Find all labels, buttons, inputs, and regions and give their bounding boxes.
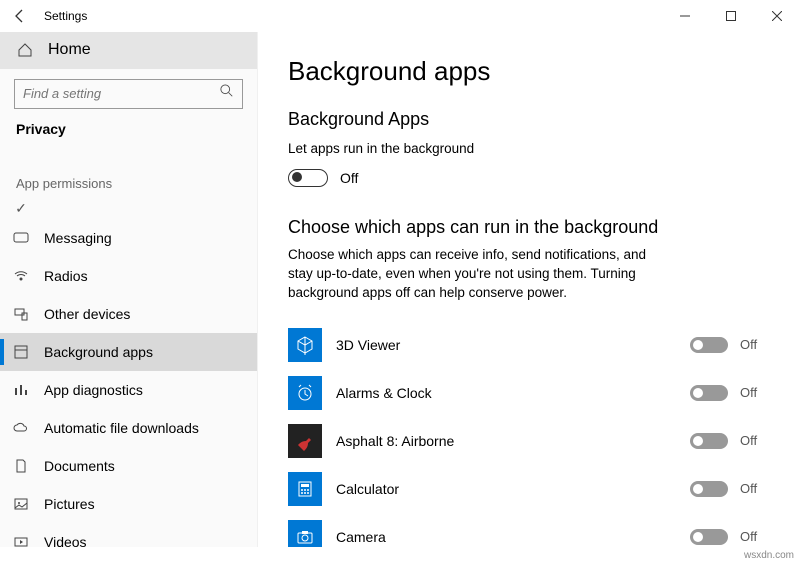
background-apps-icon	[12, 343, 30, 361]
minimize-button[interactable]	[662, 0, 708, 32]
home-label: Home	[48, 41, 91, 59]
home-nav[interactable]: Home	[0, 32, 257, 69]
maximize-button[interactable]	[708, 0, 754, 32]
app-toggle[interactable]	[690, 481, 728, 497]
sidebar-item-label: Pictures	[44, 496, 95, 512]
app-icon-3d-viewer	[288, 328, 322, 362]
app-icon-camera	[288, 520, 322, 547]
sidebar-item-other-devices[interactable]: Other devices	[0, 295, 257, 333]
app-name: Asphalt 8: Airborne	[336, 433, 690, 449]
sidebar: Home Privacy App permissions ✓ x Messagi…	[0, 32, 258, 547]
sidebar-item-label: Documents	[44, 458, 115, 474]
app-name: Camera	[336, 529, 690, 545]
document-icon	[12, 457, 30, 475]
sidebar-item-label: App diagnostics	[44, 382, 143, 398]
app-toggle[interactable]	[690, 529, 728, 545]
diagnostics-icon	[12, 381, 30, 399]
home-icon	[16, 41, 34, 59]
master-toggle-state: Off	[340, 170, 358, 186]
sidebar-item-label: Messaging	[44, 230, 112, 246]
sidebar-item-radios[interactable]: Radios	[0, 257, 257, 295]
app-state: Off	[740, 385, 770, 400]
app-name: Alarms & Clock	[336, 385, 690, 401]
search-input[interactable]	[14, 79, 243, 109]
app-row-asphalt: Asphalt 8: Airborne Off	[288, 417, 770, 465]
sidebar-item-pictures[interactable]: Pictures	[0, 485, 257, 523]
app-row-calculator: Calculator Off	[288, 465, 770, 513]
section-label: App permissions	[0, 162, 257, 199]
sidebar-item-messaging[interactable]: Messaging	[0, 219, 257, 257]
app-name: Calculator	[336, 481, 690, 497]
section-heading-2: Choose which apps can run in the backgro…	[288, 217, 770, 238]
sidebar-item-app-diagnostics[interactable]: App diagnostics	[0, 371, 257, 409]
search-field[interactable]	[23, 86, 203, 101]
app-row-alarms: Alarms & Clock Off	[288, 369, 770, 417]
app-state: Off	[740, 433, 770, 448]
sidebar-item-label: Other devices	[44, 306, 130, 322]
main-content: Background apps Background Apps Let apps…	[258, 32, 800, 547]
app-icon-calculator	[288, 472, 322, 506]
tasks-icon: ✓	[12, 199, 30, 217]
videos-icon	[12, 533, 30, 547]
section-description: Choose which apps can receive info, send…	[288, 246, 668, 303]
section-heading: Background Apps	[288, 109, 770, 130]
search-icon	[220, 84, 234, 103]
back-button[interactable]	[0, 0, 40, 32]
master-toggle-label: Let apps run in the background	[288, 140, 668, 159]
sidebar-item-label: Videos	[44, 534, 87, 547]
app-state: Off	[740, 529, 770, 544]
devices-icon	[12, 305, 30, 323]
sidebar-item-tasks-partial[interactable]: ✓ x	[0, 199, 257, 219]
app-list: 3D Viewer Off Alarms & Clock Off Asphalt…	[288, 321, 770, 547]
app-name: 3D Viewer	[336, 337, 690, 353]
app-row-camera: Camera Off	[288, 513, 770, 547]
app-toggle[interactable]	[690, 385, 728, 401]
app-row-3d-viewer: 3D Viewer Off	[288, 321, 770, 369]
radios-icon	[12, 267, 30, 285]
title-bar: Settings	[0, 0, 800, 32]
sidebar-item-background-apps[interactable]: Background apps	[0, 333, 257, 371]
sidebar-item-file-downloads[interactable]: Automatic file downloads	[0, 409, 257, 447]
app-state: Off	[740, 337, 770, 352]
sidebar-item-videos[interactable]: Videos	[0, 523, 257, 547]
attribution: wsxdn.com	[744, 550, 794, 561]
master-toggle[interactable]	[288, 169, 328, 187]
app-state: Off	[740, 481, 770, 496]
app-icon-alarms	[288, 376, 322, 410]
pictures-icon	[12, 495, 30, 513]
sidebar-item-label: Radios	[44, 268, 88, 284]
messaging-icon	[12, 229, 30, 247]
category-title: Privacy	[0, 119, 257, 151]
close-button[interactable]	[754, 0, 800, 32]
app-toggle[interactable]	[690, 433, 728, 449]
window-title: Settings	[44, 9, 87, 23]
page-title: Background apps	[288, 56, 770, 87]
sidebar-item-documents[interactable]: Documents	[0, 447, 257, 485]
app-toggle[interactable]	[690, 337, 728, 353]
app-icon-asphalt	[288, 424, 322, 458]
sidebar-item-label: Automatic file downloads	[44, 420, 199, 436]
cloud-icon	[12, 419, 30, 437]
sidebar-item-label: Background apps	[44, 344, 153, 360]
